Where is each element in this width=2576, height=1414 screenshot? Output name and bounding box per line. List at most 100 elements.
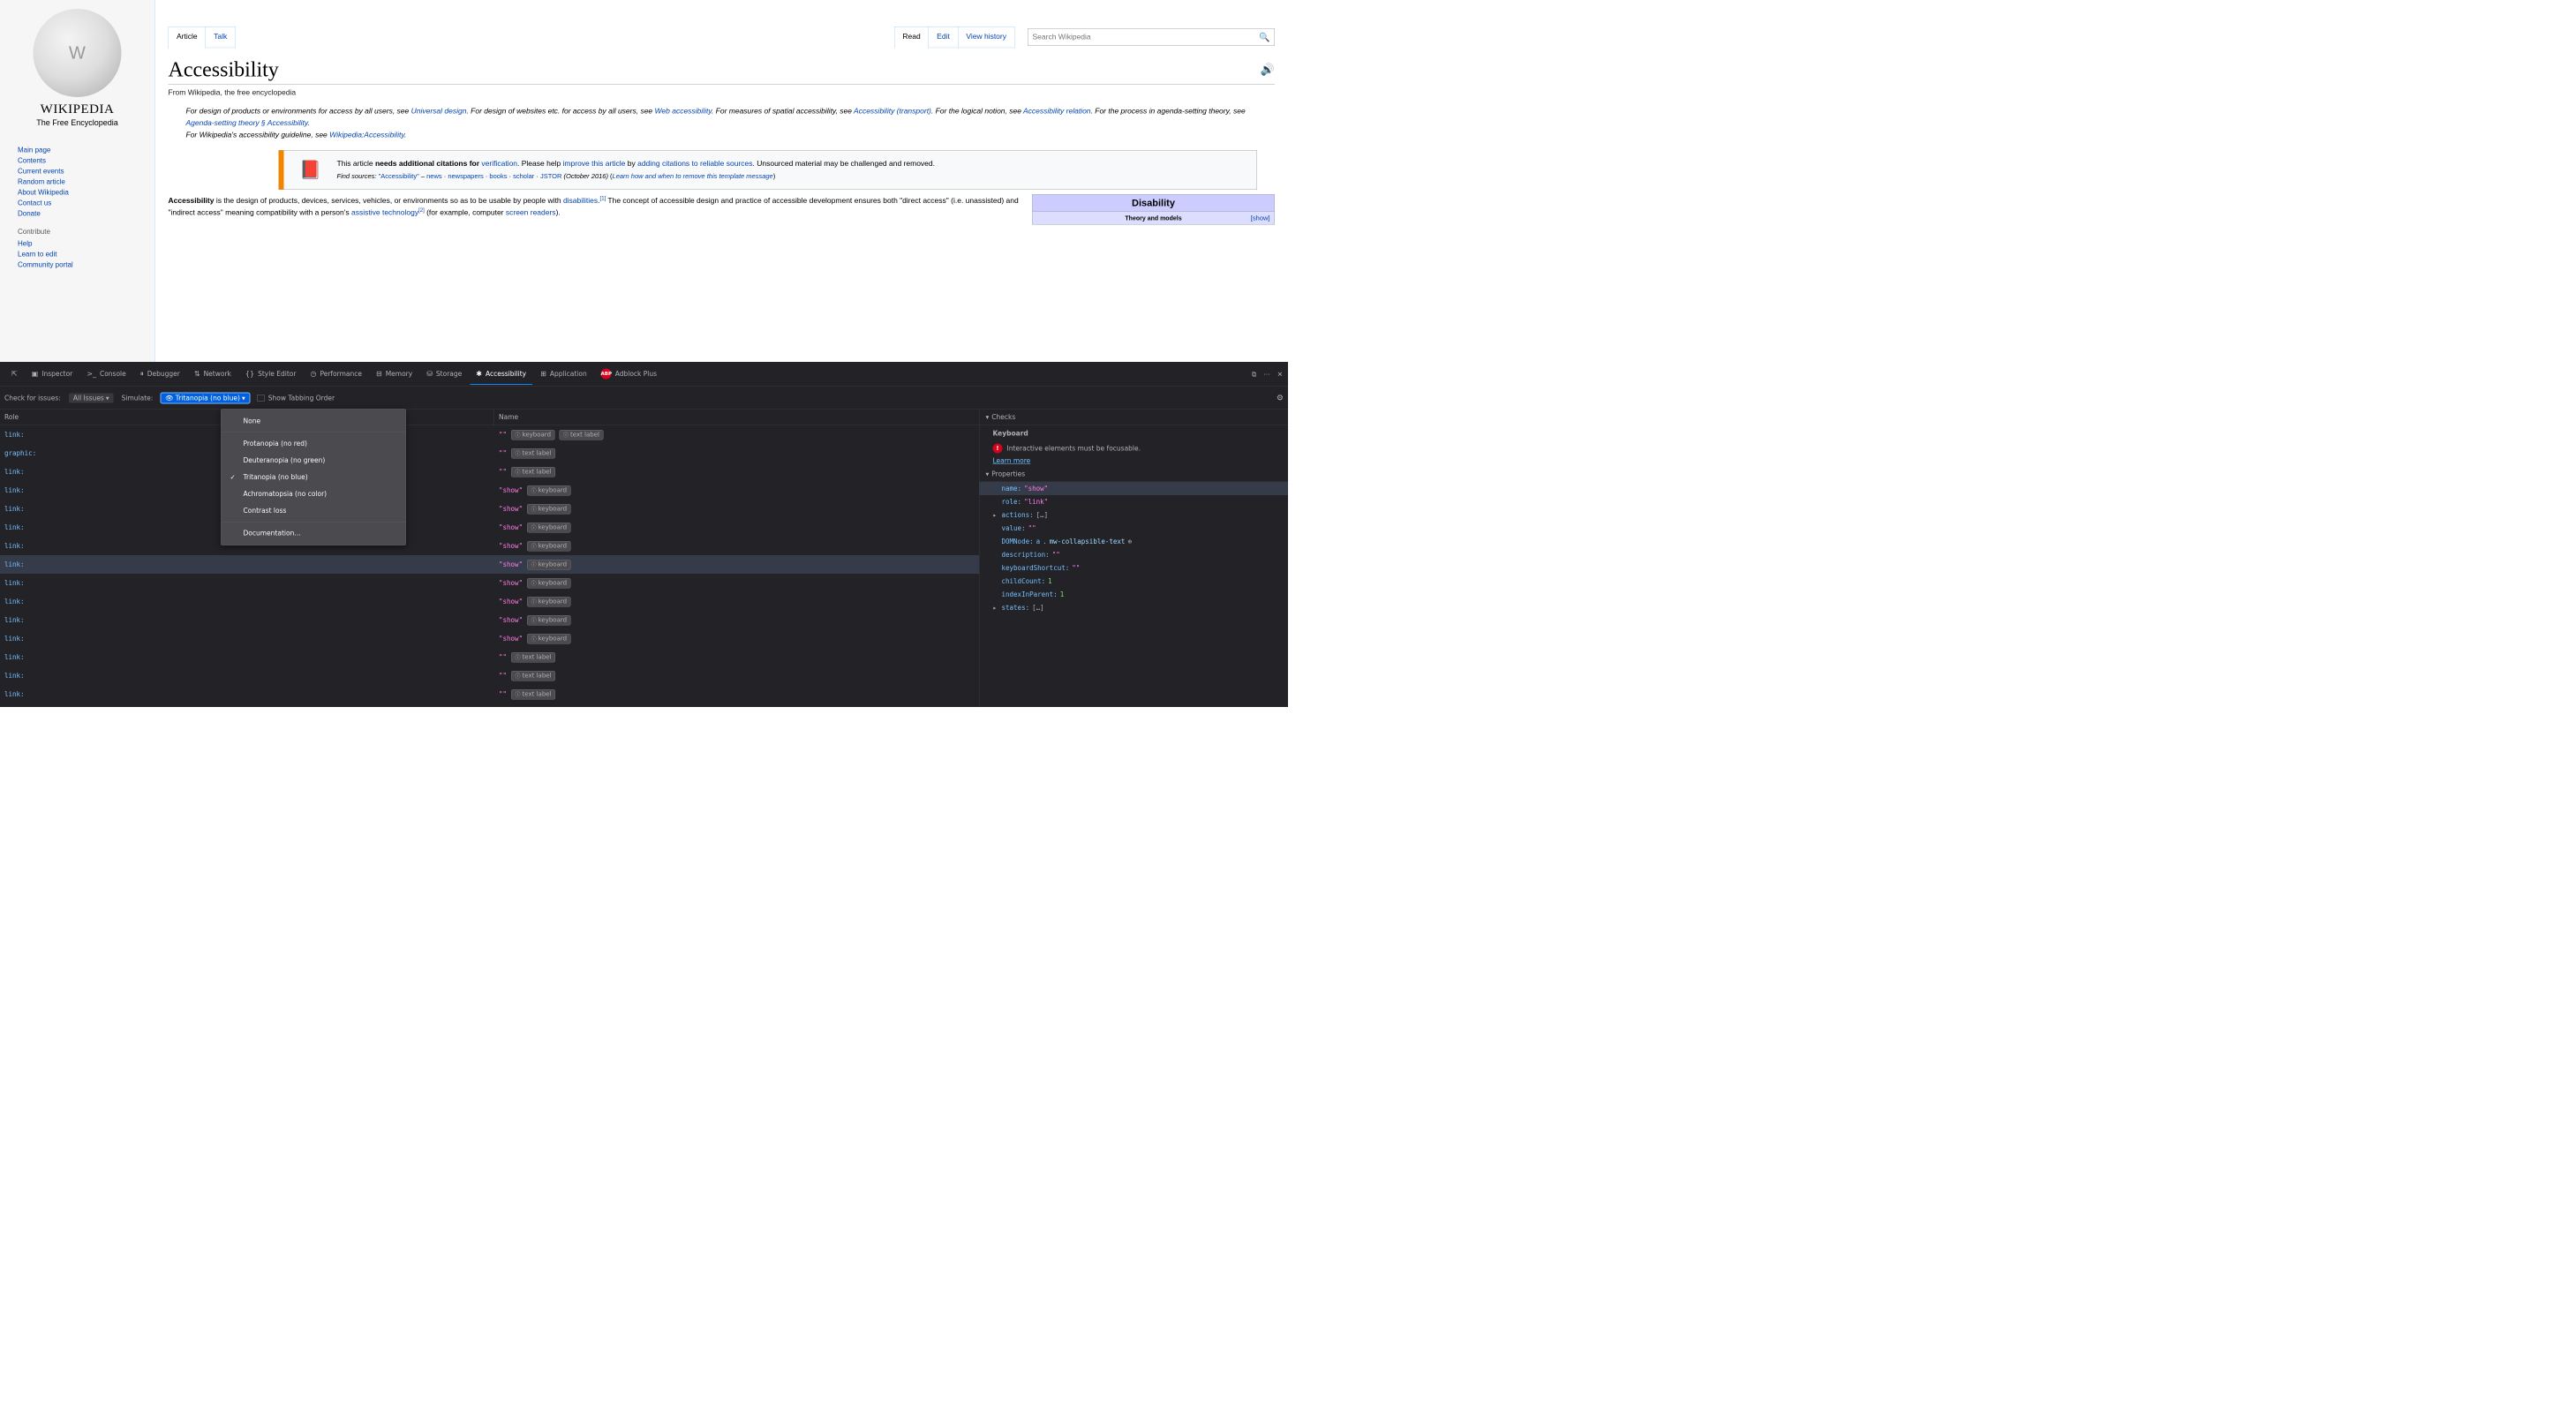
- prop-keyboard-shortcut[interactable]: keyboardShortcut: "": [980, 561, 1289, 575]
- tabbing-order-checkbox[interactable]: Show Tabbing Order: [258, 394, 335, 402]
- tab-performance[interactable]: ◷Performance: [304, 364, 368, 386]
- tab-debugger[interactable]: ⏸Debugger: [134, 363, 186, 385]
- info-icon: ⓘ: [516, 449, 521, 457]
- verification-link[interactable]: verification: [481, 159, 517, 168]
- sidebar-link[interactable]: Main page: [18, 146, 137, 156]
- sidebar-link[interactable]: Contact us: [18, 199, 137, 209]
- adding-citations-link[interactable]: adding citations to reliable sources: [637, 159, 752, 168]
- find-news[interactable]: news: [426, 173, 442, 181]
- disabilities-link[interactable]: disabilities: [563, 196, 598, 205]
- infobox-show-link[interactable]: [show]: [1251, 214, 1270, 222]
- sidebar-link[interactable]: About Wikipedia: [18, 188, 137, 199]
- audio-icon[interactable]: 🔊: [1261, 63, 1275, 76]
- simulate-dropdown[interactable]: 👁 Tritanopia (no blue) ▾: [161, 393, 249, 402]
- tab-talk[interactable]: Talk: [206, 26, 236, 49]
- prop-role[interactable]: role: "link": [980, 495, 1289, 508]
- sidebar-link[interactable]: Help: [18, 239, 137, 250]
- improve-link[interactable]: improve this article: [563, 159, 626, 168]
- kebab-icon[interactable]: ⋯: [1263, 370, 1270, 378]
- tab-console[interactable]: >_Console: [80, 364, 132, 386]
- tree-row[interactable]: link:"show"ⓘkeyboard: [0, 611, 979, 629]
- gear-icon[interactable]: ⚙: [1277, 394, 1284, 403]
- target-icon[interactable]: ⊕: [1127, 538, 1132, 545]
- tab-network[interactable]: ⇅Network: [188, 364, 237, 386]
- prop-description[interactable]: description: "": [980, 548, 1289, 561]
- tree-row[interactable]: link:"show"ⓘkeyboard: [0, 518, 979, 537]
- tab-history[interactable]: View history: [958, 26, 1015, 49]
- sim-option-deuteranopia[interactable]: Deuteranopia (no green): [222, 452, 406, 469]
- logo[interactable]: W WIKIPEDIA The Free Encyclopedia: [18, 9, 137, 128]
- tree-row[interactable]: link:""ⓘtext label: [0, 648, 979, 666]
- sim-option-contrast[interactable]: Contrast loss: [222, 502, 406, 519]
- properties-header[interactable]: ▾Properties: [980, 467, 1289, 483]
- hatnote-link[interactable]: Accessibility relation: [1023, 107, 1091, 116]
- info-icon: ⓘ: [531, 523, 537, 531]
- prop-domnode[interactable]: DOMNode: a.mw-collapsible-text ⊕: [980, 535, 1289, 548]
- hatnote-link[interactable]: Agenda-setting theory § Accessibility: [186, 119, 308, 128]
- hatnote-link[interactable]: Wikipedia:Accessibility: [329, 131, 404, 139]
- tree-row[interactable]: link:"show"ⓘkeyboard: [0, 592, 979, 611]
- sidebar-link[interactable]: Contents: [18, 156, 137, 167]
- screen-readers-link[interactable]: screen readers: [506, 208, 556, 217]
- tab-read[interactable]: Read: [894, 26, 929, 49]
- assistive-tech-link[interactable]: assistive technology: [351, 208, 418, 217]
- hatnote-link[interactable]: Accessibility (transport): [854, 107, 931, 116]
- sidebar-link[interactable]: Donate: [18, 209, 137, 220]
- tab-storage[interactable]: ⛁Storage: [420, 364, 468, 386]
- tab-edit[interactable]: Edit: [929, 26, 959, 49]
- tree-row[interactable]: link:"show"ⓘkeyboard: [0, 537, 979, 555]
- text-label-badge: ⓘtext label: [511, 652, 555, 663]
- checks-header[interactable]: ▾Checks: [980, 410, 1289, 425]
- text-label-badge: ⓘtext label: [511, 467, 555, 478]
- sim-option-protanopia[interactable]: Protanopia (no red): [222, 435, 406, 452]
- prop-index-in-parent[interactable]: indexInParent: 1: [980, 588, 1289, 601]
- tab-article[interactable]: Article: [169, 26, 207, 49]
- sidebar-link[interactable]: Current events: [18, 167, 137, 177]
- sidebar-link[interactable]: Community portal: [18, 260, 137, 271]
- tree-row[interactable]: graphic:""ⓘtext label: [0, 444, 979, 463]
- tree-row[interactable]: link:"show"ⓘkeyboard: [0, 629, 979, 648]
- tree-row[interactable]: link:"show"ⓘkeyboard: [0, 500, 979, 518]
- tree-row[interactable]: link:""ⓘtext label: [0, 463, 979, 481]
- responsive-icon[interactable]: ⧉: [1252, 370, 1256, 378]
- sim-option-achromatopsia[interactable]: Achromatopsia (no color): [222, 485, 406, 502]
- tab-accessibility[interactable]: ✱Accessibility: [470, 364, 532, 386]
- tree-row[interactable]: link:""ⓘtext label: [0, 685, 979, 703]
- prop-states[interactable]: ▸states: […]: [980, 601, 1289, 614]
- tree-row[interactable]: link:"show"ⓘkeyboard: [0, 481, 979, 500]
- sim-documentation[interactable]: Documentation…: [222, 525, 406, 542]
- hatnote-link[interactable]: Web accessibility: [655, 107, 712, 116]
- find-acc[interactable]: "Accessibility": [379, 173, 419, 181]
- search-box[interactable]: 🔍: [1028, 28, 1275, 46]
- tree-row[interactable]: link:""ⓘkeyboardⓘtext label: [0, 425, 979, 444]
- tab-inspector[interactable]: ▣Inspector: [26, 364, 79, 386]
- learn-more-link[interactable]: Learn more: [980, 455, 1289, 467]
- prop-actions[interactable]: ▸actions: […]: [980, 508, 1289, 522]
- tree-row[interactable]: link:"show"ⓘkeyboard: [0, 574, 979, 592]
- find-scholar[interactable]: scholar: [513, 173, 534, 181]
- prop-value[interactable]: value: "": [980, 522, 1289, 535]
- tab-adblock[interactable]: ABPAdblock Plus: [595, 362, 663, 386]
- simulate-menu: None Protanopia (no red) Deuteranopia (n…: [221, 409, 406, 545]
- find-newspapers[interactable]: newspapers: [448, 173, 483, 181]
- prop-name[interactable]: name: "show": [980, 482, 1289, 495]
- search-input[interactable]: [1033, 33, 1260, 41]
- sim-option-none[interactable]: None: [222, 413, 406, 430]
- hatnote-link[interactable]: Universal design: [411, 107, 467, 116]
- close-icon[interactable]: ✕: [1277, 370, 1283, 378]
- sidebar-link[interactable]: Random article: [18, 177, 137, 188]
- tab-application[interactable]: ⊞Application: [534, 364, 593, 386]
- find-books[interactable]: books: [489, 173, 507, 181]
- sim-option-tritanopia[interactable]: Tritanopia (no blue): [222, 469, 406, 485]
- sidebar-link[interactable]: Learn to edit: [18, 250, 137, 260]
- inspect-element-button[interactable]: ⇱: [5, 364, 24, 386]
- find-jstor[interactable]: JSTOR: [540, 173, 561, 181]
- tree-row[interactable]: link:"show"ⓘkeyboard: [0, 555, 979, 574]
- prop-child-count[interactable]: childCount: 1: [980, 575, 1289, 588]
- tab-style-editor[interactable]: {}Style Editor: [239, 364, 303, 386]
- search-icon[interactable]: 🔍: [1259, 32, 1269, 43]
- tab-memory[interactable]: ⊟Memory: [370, 364, 418, 386]
- tree-row[interactable]: link:""ⓘtext label: [0, 666, 979, 685]
- learn-remove-link[interactable]: Learn how and when to remove this templa…: [613, 173, 773, 181]
- check-issues-dropdown[interactable]: All Issues ▾: [69, 393, 114, 402]
